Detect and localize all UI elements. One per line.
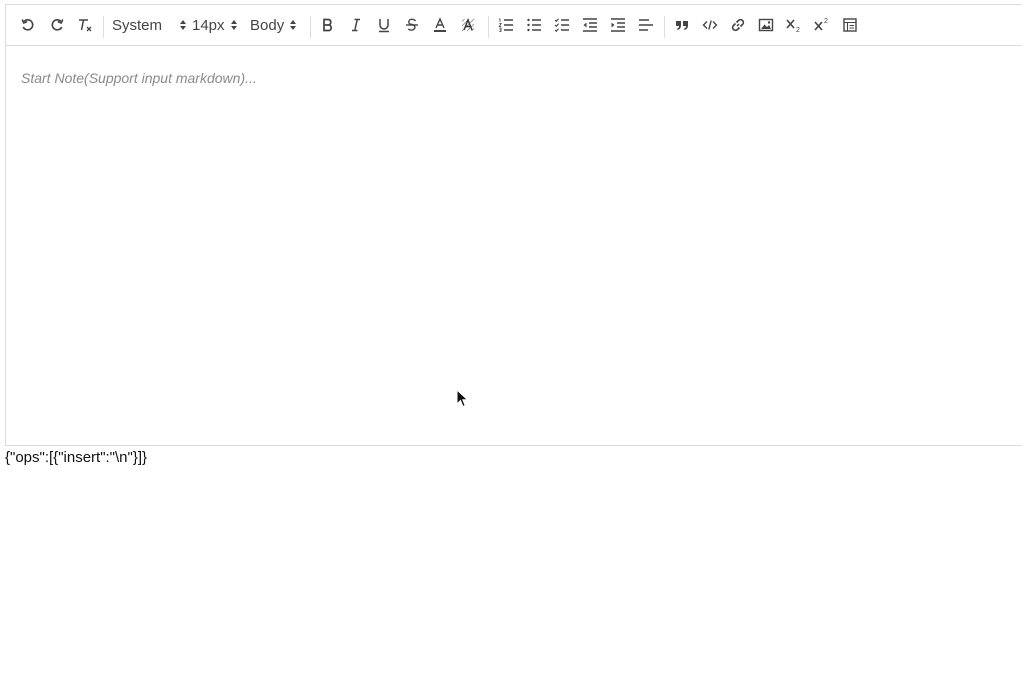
superscript-icon: 2: [814, 18, 828, 31]
select-caret-icon: [180, 20, 187, 30]
indent-button[interactable]: [606, 13, 630, 37]
undo-button[interactable]: [16, 13, 40, 37]
blockquote-button[interactable]: [670, 13, 694, 37]
ordered-list-icon: [498, 18, 513, 32]
clear-format-icon: [79, 19, 92, 32]
strikethrough-icon: [406, 18, 418, 31]
link-icon: [731, 18, 745, 32]
italic-button[interactable]: [344, 13, 368, 37]
font-size-value: 14px: [192, 16, 225, 34]
font-size-select[interactable]: 14px: [192, 13, 237, 37]
font-color-icon: [434, 17, 446, 32]
underline-icon: [379, 19, 389, 33]
editor-toolbar: System 14px Body 2 2: [6, 5, 1022, 46]
delta-output: {"ops":[{"insert":"\n"}]}: [5, 449, 148, 466]
checklist-button[interactable]: [550, 13, 574, 37]
editor-placeholder: Start Note(Support input markdown)...: [21, 70, 257, 86]
font-family-select[interactable]: System: [112, 13, 187, 37]
select-caret-icon: [290, 20, 297, 30]
blockquote-icon: [676, 21, 688, 30]
mouse-pointer-icon: [456, 389, 469, 408]
redo-icon: [51, 19, 64, 31]
align-button[interactable]: [634, 13, 658, 37]
image-icon: [758, 18, 774, 32]
italic-icon: [352, 18, 360, 32]
underline-button[interactable]: [372, 13, 396, 37]
code-button[interactable]: [698, 13, 722, 37]
font-color-button[interactable]: [428, 13, 452, 37]
subscript-button[interactable]: 2: [782, 13, 806, 37]
code-icon: [702, 20, 718, 30]
undo-icon: [21, 19, 34, 31]
clear-format-button[interactable]: [73, 13, 97, 37]
indent-icon: [611, 18, 625, 32]
checklist-icon: [554, 18, 569, 33]
bullet-list-icon: [527, 18, 541, 32]
toolbar-divider: [488, 16, 489, 38]
rich-text-editor: System 14px Body 2 2 Start Note(Support …: [5, 4, 1022, 446]
strikethrough-button[interactable]: [400, 13, 424, 37]
table-button[interactable]: [838, 13, 862, 37]
background-color-icon: [461, 18, 475, 32]
bullet-list-button[interactable]: [522, 13, 546, 37]
svg-text:2: 2: [824, 18, 828, 25]
link-button[interactable]: [726, 13, 750, 37]
align-left-icon: [639, 19, 653, 31]
select-caret-icon: [230, 20, 237, 30]
subscript-icon: 2: [786, 19, 800, 33]
bold-icon: [323, 18, 333, 32]
redo-button[interactable]: [45, 13, 69, 37]
bold-button[interactable]: [316, 13, 340, 37]
toolbar-divider: [103, 16, 104, 38]
superscript-button[interactable]: 2: [810, 13, 834, 37]
svg-text:2: 2: [796, 27, 800, 33]
toolbar-divider: [310, 16, 311, 38]
heading-select[interactable]: Body: [250, 13, 297, 37]
heading-value: Body: [250, 16, 285, 34]
toolbar-divider: [664, 16, 665, 38]
editor-content-area[interactable]: Start Note(Support input markdown)...: [6, 46, 1022, 445]
background-color-button[interactable]: [456, 13, 480, 37]
font-family-value: System: [112, 16, 163, 34]
table-icon: [843, 18, 857, 32]
image-button[interactable]: [754, 13, 778, 37]
outdent-button[interactable]: [578, 13, 602, 37]
ordered-list-button[interactable]: [494, 13, 518, 37]
outdent-icon: [583, 18, 597, 32]
